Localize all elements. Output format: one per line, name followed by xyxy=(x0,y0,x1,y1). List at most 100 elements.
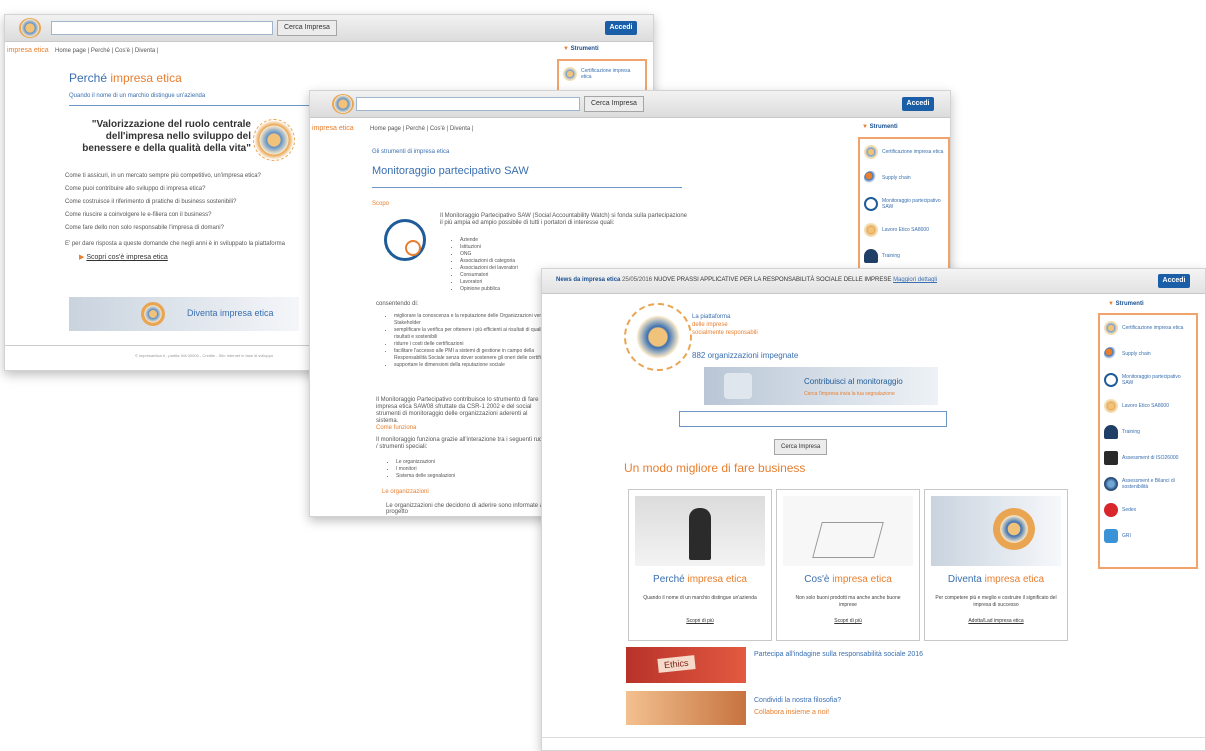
list-item: semplificare la verifica per ottenere i … xyxy=(394,327,564,341)
site-logo-icon[interactable] xyxy=(332,94,354,114)
list-item: Associazioni di categoria xyxy=(460,258,518,265)
orgs-count: 882 organizzazioni impegnate xyxy=(692,351,799,360)
tool-label: Monitoraggio partecipativo SAW xyxy=(1122,374,1181,386)
brand-label: impresa etica xyxy=(312,125,354,132)
lavoro-etico-icon xyxy=(1104,399,1118,413)
login-button[interactable]: Accedi xyxy=(902,97,934,111)
section-breadcrumb[interactable]: Gli strumenti di impresa etica xyxy=(372,149,449,155)
tool-item[interactable]: Certificazione impresa etica xyxy=(860,139,948,165)
tool-item[interactable]: Lavoro Etico SA8000 xyxy=(860,217,948,243)
list-item: Lavoratori xyxy=(460,279,518,286)
search-input[interactable] xyxy=(356,97,580,111)
tool-item[interactable]: Monitoraggio partecipativo SAW xyxy=(860,191,948,217)
goals-list: migliorare la conoscenza e la reputazion… xyxy=(380,313,564,369)
list-item: facilitare l'accesso alle PMI a sistemi … xyxy=(394,348,564,362)
news-details-link[interactable]: Maggiori dettagli xyxy=(893,277,937,283)
tool-label: Certificazione impresa etica xyxy=(882,149,944,155)
contribute-title: Contribuisci al monitoraggio xyxy=(804,377,903,386)
card-link[interactable]: Adotta/Lad impresa etica xyxy=(925,618,1067,624)
platform-tagline: La piattaforma delle imprese socialmente… xyxy=(692,314,758,336)
tool-item[interactable]: Sedex xyxy=(1100,497,1196,523)
list-item: ridurre i costi delle certificazioni xyxy=(394,341,564,348)
list-item: ONG xyxy=(460,251,518,258)
survey-link[interactable]: Partecipa all'indagine sulla responsabil… xyxy=(754,651,923,658)
tool-label: Sedex xyxy=(1122,507,1137,513)
tool-item[interactable]: Assessment e Bilanci di sostenibilità xyxy=(1100,471,1196,497)
search-button[interactable]: Cerca Impresa xyxy=(774,439,828,455)
list-item: Aziende xyxy=(460,237,518,244)
login-button[interactable]: Accedi xyxy=(605,21,637,35)
certificazione-icon xyxy=(864,145,878,159)
page-title: Perché impresa etica xyxy=(69,71,182,85)
hand-touch-image xyxy=(724,373,752,399)
training-person-icon xyxy=(1104,425,1118,439)
card-perche[interactable]: Perché impresa etica Quando il nome di u… xyxy=(628,489,772,641)
card-title: Cos'è impresa etica xyxy=(804,574,892,585)
mission-quote: "Valorizzazione del ruolo centrale dell'… xyxy=(82,119,251,154)
sustainability-globe-icon xyxy=(1104,477,1118,491)
ethics-banner-image[interactable]: Ethics xyxy=(626,647,746,683)
tool-label: Training xyxy=(882,253,900,259)
page-title: Monitoraggio partecipativo SAW xyxy=(372,165,529,177)
arrow-right-icon: ▶ xyxy=(79,254,85,261)
section-heading-orgs: Le organizzazioni xyxy=(382,489,429,495)
card-link[interactable]: Scopri di più xyxy=(777,618,919,624)
search-button[interactable]: Cerca Impresa xyxy=(277,20,337,36)
headline: Un modo migliore di fare business xyxy=(624,461,806,475)
tool-item[interactable]: Supply chain xyxy=(860,165,948,191)
search-button[interactable]: Cerca Impresa xyxy=(584,96,644,112)
search-input[interactable] xyxy=(679,411,947,427)
card-title: Diventa impresa etica xyxy=(947,574,1045,585)
tool-item-certificazione[interactable]: Certificazione impresa etica xyxy=(559,61,645,87)
tool-item[interactable]: Certificazione impresa etica xyxy=(1100,315,1196,341)
tool-item[interactable]: Training xyxy=(1100,419,1196,445)
login-button[interactable]: Accedi xyxy=(1158,274,1190,288)
impresa-etica-logo-icon[interactable] xyxy=(624,303,692,371)
tool-label: Lavoro Etico SA8000 xyxy=(1122,403,1169,409)
tool-label: Training xyxy=(1122,429,1140,435)
list-item: Associazioni dei lavoratori xyxy=(460,265,518,272)
contribute-subtitle: Cerca l'impresa invia la tua segnalazion… xyxy=(804,391,895,397)
site-logo-icon[interactable] xyxy=(19,18,41,38)
tools-header: ▼ Strumenti xyxy=(1108,301,1144,307)
seal-touch-image xyxy=(931,496,1061,566)
search-input[interactable] xyxy=(51,21,273,35)
list-item: Opinione pubblica xyxy=(460,286,518,293)
card-desc: Quando il nome di un marchio distingue u… xyxy=(643,595,757,601)
handshake-banner-image[interactable] xyxy=(626,691,746,725)
tool-item[interactable]: GRI xyxy=(1100,523,1196,549)
card-link[interactable]: Scopri di più xyxy=(629,618,771,624)
monitoring-globe-icon xyxy=(864,197,878,211)
top-bar: Cerca Impresa Accedi xyxy=(310,91,950,118)
share-title[interactable]: Condividi la nostra filosofia? xyxy=(754,697,841,704)
tool-item[interactable]: Training xyxy=(860,243,948,269)
paragraph: Il Monitoraggio Partecipativo contribuis… xyxy=(376,397,539,424)
tool-item[interactable]: Lavoro Etico SA8000 xyxy=(1100,393,1196,419)
card-desc: Non solo buoni prodotti ma anche anche b… xyxy=(795,595,901,608)
tool-item[interactable]: Monitoraggio partecipativo SAW xyxy=(1100,367,1196,393)
globe-search-icon xyxy=(384,219,426,261)
intro-text: Il Monitoraggio Partecipativo SAW (Socia… xyxy=(440,213,688,226)
news-bar: News da impresa etica 25/05/2016 NUOVE P… xyxy=(542,269,1205,294)
section-heading-scope: Scopo xyxy=(372,201,390,207)
tool-item[interactable]: Supply chain xyxy=(1100,341,1196,367)
ethics-label: Ethics xyxy=(657,655,696,673)
tool-label: Monitoraggio partecipativo SAW xyxy=(882,198,941,210)
training-person-icon xyxy=(864,249,878,263)
tool-label: Certificazione impresa etica xyxy=(581,68,631,80)
breadcrumb[interactable]: Home page | Perché | Cos'è | Diventa | xyxy=(55,48,158,54)
card-diventa[interactable]: Diventa impresa etica Per competere più … xyxy=(924,489,1068,641)
brand-label: impresa etica xyxy=(7,47,49,54)
contribute-banner[interactable]: Contribuisci al monitoraggio Cerca l'imp… xyxy=(704,367,938,405)
lavoro-etico-icon xyxy=(864,223,878,237)
card-cose[interactable]: Cos'è impresa etica Non solo buoni prodo… xyxy=(776,489,920,641)
list-item: I monitori xyxy=(396,466,455,473)
tool-item[interactable]: Assessment di ISO26000 xyxy=(1100,445,1196,471)
breadcrumb[interactable]: Home page | Perché | Cos'è | Diventa | xyxy=(370,126,473,132)
list-item: Le organizzazioni xyxy=(396,459,455,466)
list-item: Sistema delle segnalazioni xyxy=(396,473,455,480)
orgs-text: Le organizzazioni che decidono di aderir… xyxy=(386,503,545,515)
footer-text: © impresaetica.it - partita IVA 00000 - … xyxy=(135,353,274,358)
card-title: Perché impresa etica xyxy=(653,574,747,585)
become-banner[interactable]: Diventa impresa etica xyxy=(69,297,299,331)
